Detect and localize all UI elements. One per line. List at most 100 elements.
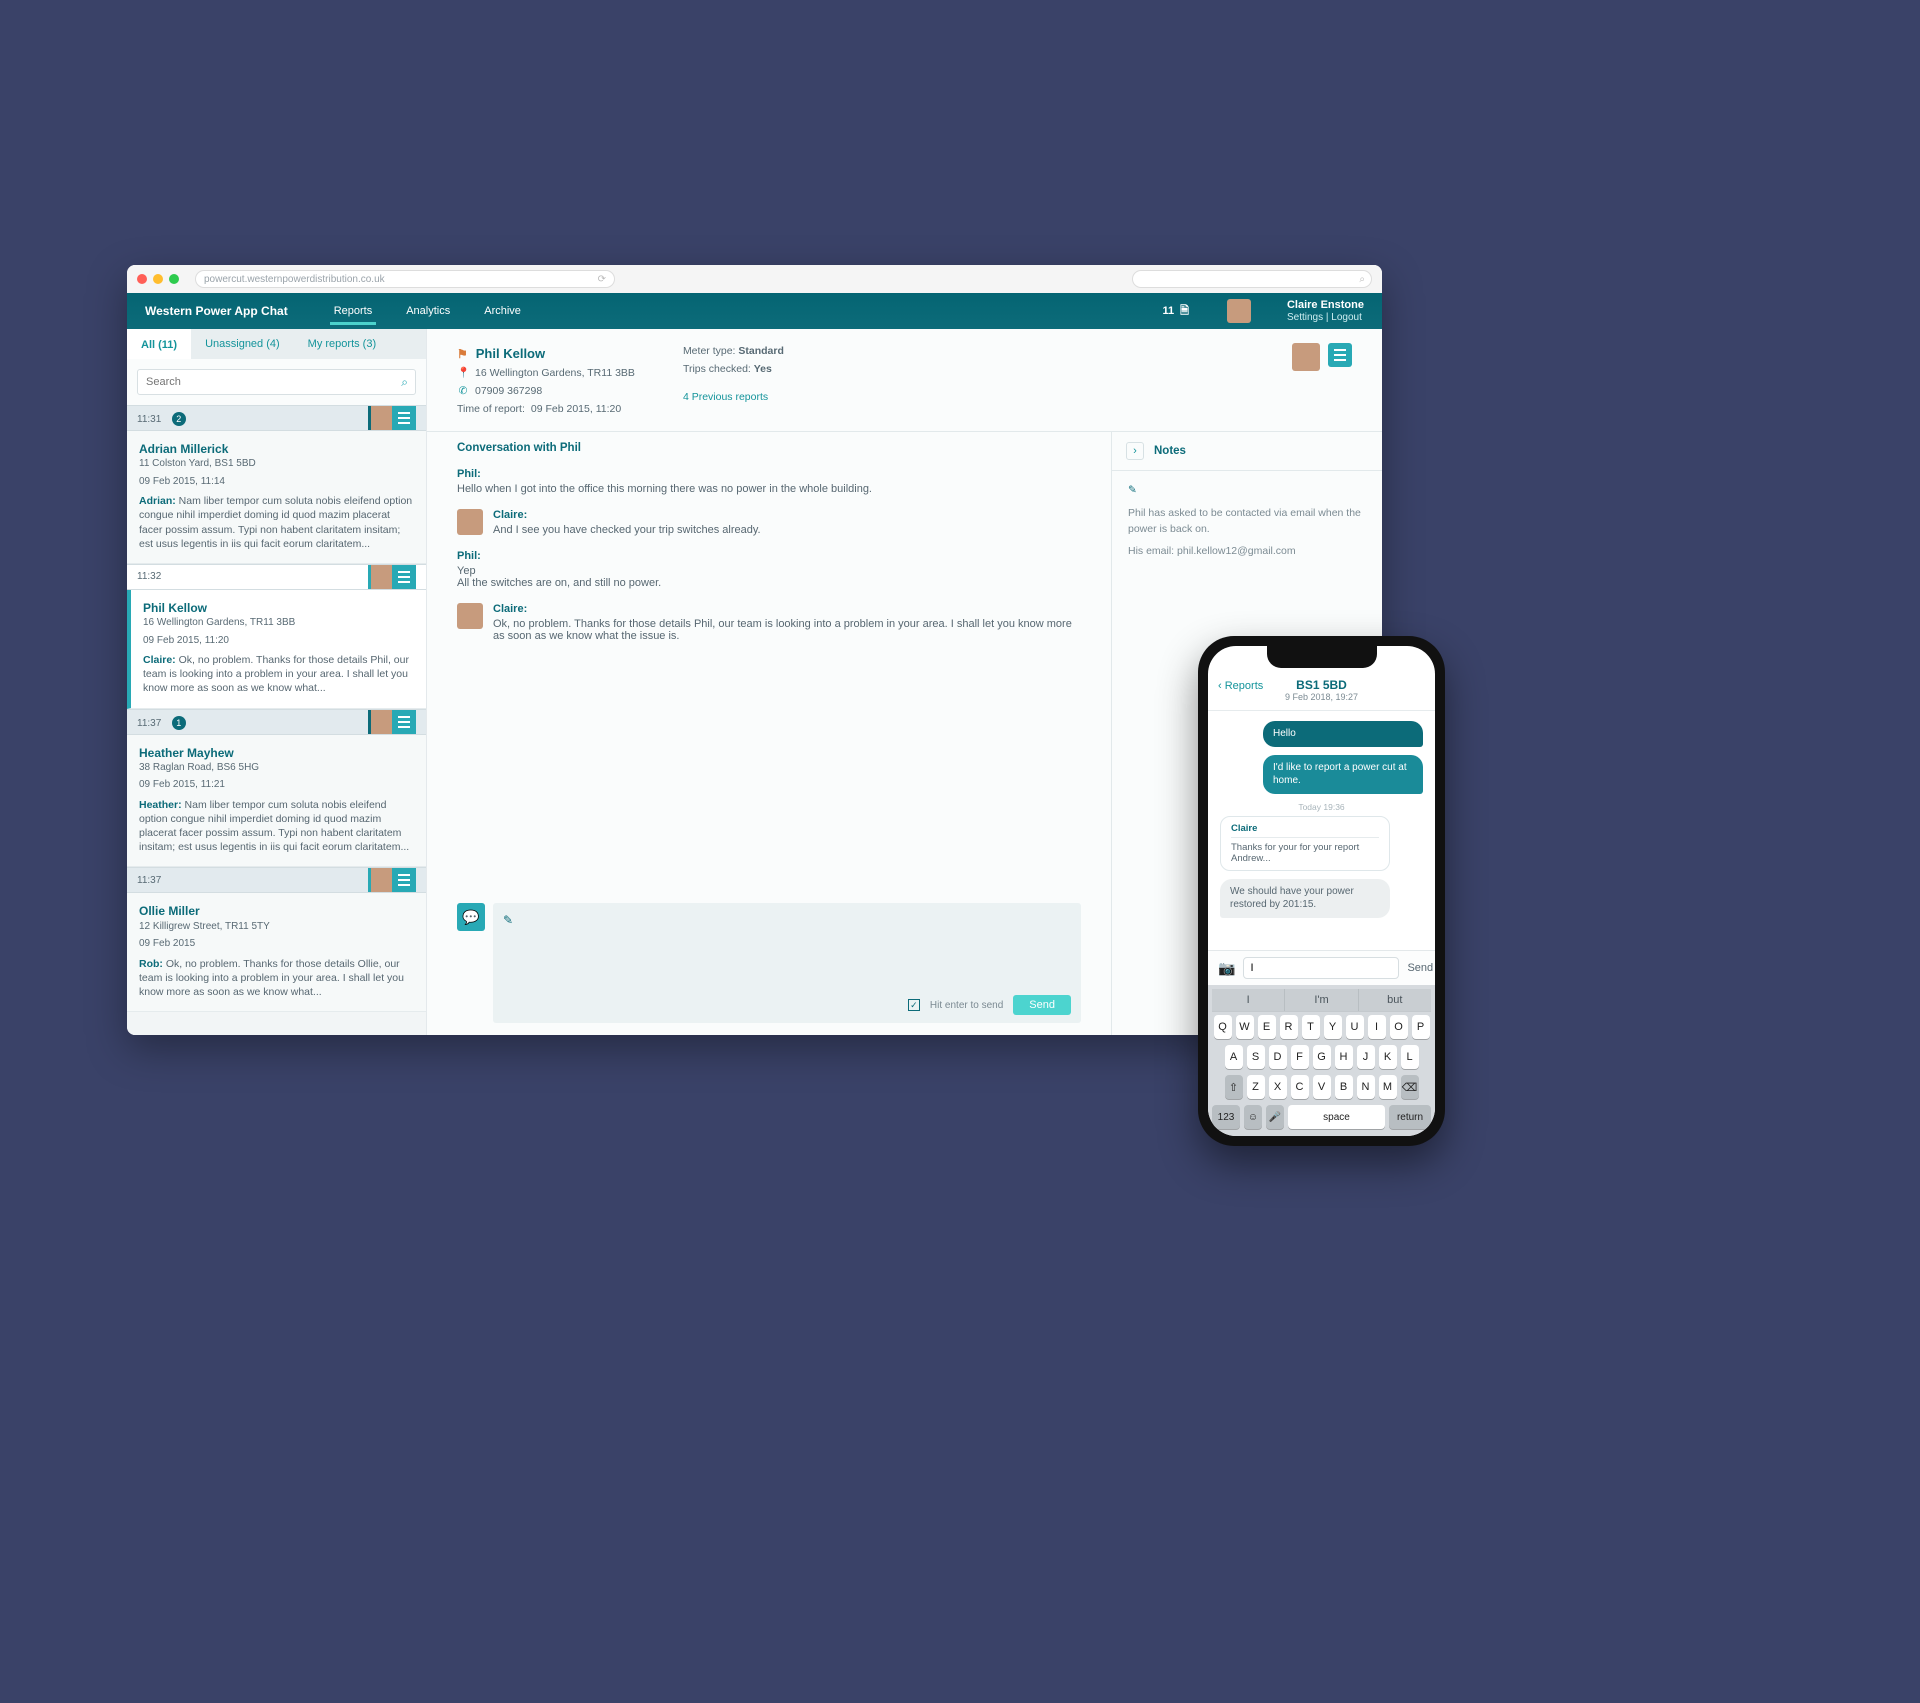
collapse-notes-icon[interactable]: › xyxy=(1126,442,1144,460)
customer-name: Ollie Miller xyxy=(139,903,414,919)
key[interactable]: Y xyxy=(1324,1015,1342,1039)
space-key[interactable]: space xyxy=(1288,1105,1385,1129)
key[interactable]: V xyxy=(1313,1075,1331,1099)
flag-icon[interactable]: ⚑ xyxy=(457,344,468,364)
assignee-avatar[interactable] xyxy=(368,406,392,430)
key[interactable]: B xyxy=(1335,1075,1353,1099)
report-card[interactable]: Ollie Miller 12 Killigrew Street, TR11 5… xyxy=(127,893,426,1012)
key[interactable]: W xyxy=(1236,1015,1254,1039)
report-list[interactable]: 11:31 2 Adrian Millerick 11 Colston Yard… xyxy=(127,405,426,1035)
user-links[interactable]: Settings | Logout xyxy=(1287,312,1364,323)
nav-analytics[interactable]: Analytics xyxy=(402,295,454,327)
report-date: 09 Feb 2015, 11:14 xyxy=(139,475,414,489)
previous-reports-link[interactable]: 4 Previous reports xyxy=(683,391,768,403)
document-icon: 🗎 xyxy=(1180,302,1189,321)
key[interactable]: X xyxy=(1269,1075,1287,1099)
camera-icon[interactable]: 📷 xyxy=(1218,960,1235,977)
key[interactable]: P xyxy=(1412,1015,1430,1039)
key[interactable]: U xyxy=(1346,1015,1364,1039)
key[interactable]: L xyxy=(1401,1045,1419,1069)
key[interactable]: G xyxy=(1313,1045,1331,1069)
phone-text-input[interactable] xyxy=(1243,957,1399,979)
note-line: Phil has asked to be contacted via email… xyxy=(1128,506,1366,538)
time-row[interactable]: 11:37 1 xyxy=(127,709,426,735)
delete-key[interactable]: ⌫ xyxy=(1401,1075,1419,1099)
key[interactable]: K xyxy=(1379,1045,1397,1069)
key[interactable]: Q xyxy=(1214,1015,1232,1039)
numeric-key[interactable]: 123 xyxy=(1212,1105,1240,1129)
back-button[interactable]: ‹ Reports xyxy=(1218,680,1263,692)
report-date: 09 Feb 2015 xyxy=(139,937,414,951)
time-row[interactable]: 11:32 xyxy=(127,564,426,590)
time: 11:31 xyxy=(137,414,161,425)
key[interactable]: A xyxy=(1225,1045,1243,1069)
tab-unassigned[interactable]: Unassigned (4) xyxy=(191,329,294,359)
customer-address: 16 Wellington Gardens, TR11 3BB xyxy=(475,365,635,383)
browser-search[interactable]: ⌕ xyxy=(1132,270,1372,288)
suggestion[interactable]: I xyxy=(1212,989,1285,1011)
window-minimize-icon[interactable] xyxy=(153,274,163,284)
main-nav: Reports Analytics Archive xyxy=(330,295,525,327)
time-row[interactable]: 11:31 2 xyxy=(127,405,426,431)
agent-avatar[interactable] xyxy=(1292,343,1320,371)
return-key[interactable]: return xyxy=(1389,1105,1431,1129)
chat-icon[interactable]: 💬 xyxy=(457,903,485,931)
mic-key[interactable]: 🎤 xyxy=(1266,1105,1284,1129)
tab-all[interactable]: All (11) xyxy=(127,329,191,359)
assignee-avatar[interactable] xyxy=(368,710,392,734)
message-text: All the switches are on, and still no po… xyxy=(457,577,1081,589)
search-icon[interactable]: ⌕ xyxy=(401,375,408,390)
menu-icon[interactable] xyxy=(392,565,416,589)
customer-address: 11 Colston Yard, BS1 5BD xyxy=(139,457,414,471)
phone-chat[interactable]: Hello I'd like to report a power cut at … xyxy=(1208,711,1435,950)
emoji-key[interactable]: ☺ xyxy=(1244,1105,1262,1129)
phone-header: ‹ Reports BS1 5BD 9 Feb 2018, 19:27 xyxy=(1208,674,1435,711)
key[interactable]: C xyxy=(1291,1075,1309,1099)
url-bar[interactable]: powercut.westernpowerdistribution.co.uk … xyxy=(195,270,615,288)
message-from: Phil: xyxy=(457,550,1081,562)
window-close-icon[interactable] xyxy=(137,274,147,284)
key[interactable]: J xyxy=(1357,1045,1375,1069)
time-row[interactable]: 11:37 xyxy=(127,867,426,893)
sender-name: Claire xyxy=(1231,823,1379,838)
assignee-avatar[interactable] xyxy=(368,868,392,892)
nav-archive[interactable]: Archive xyxy=(480,295,525,327)
messages[interactable]: Phil: Hello when I got into the office t… xyxy=(427,464,1111,903)
tab-my-reports[interactable]: My reports (3) xyxy=(294,329,390,359)
key[interactable]: D xyxy=(1269,1045,1287,1069)
report-card[interactable]: Adrian Millerick 11 Colston Yard, BS1 5B… xyxy=(127,431,426,564)
refresh-icon[interactable]: ⟳ xyxy=(598,274,606,285)
composer[interactable]: ✎ ✓ Hit enter to send Send xyxy=(493,903,1081,1023)
keyboard: I I'm but QWERTYUIOP ASDFGHJKL ⇧ ZXCVBNM… xyxy=(1208,985,1435,1136)
nav-reports[interactable]: Reports xyxy=(330,295,377,327)
window-maximize-icon[interactable] xyxy=(169,274,179,284)
key[interactable]: S xyxy=(1247,1045,1265,1069)
menu-icon[interactable] xyxy=(392,406,416,430)
user-avatar[interactable] xyxy=(1227,299,1251,323)
key[interactable]: R xyxy=(1280,1015,1298,1039)
suggestion[interactable]: I'm xyxy=(1285,989,1358,1011)
key[interactable]: I xyxy=(1368,1015,1386,1039)
report-card[interactable]: Heather Mayhew 38 Raglan Road, BS6 5HG 0… xyxy=(127,735,426,868)
send-button[interactable]: Send xyxy=(1013,995,1071,1015)
shift-key[interactable]: ⇧ xyxy=(1225,1075,1243,1099)
key[interactable]: E xyxy=(1258,1015,1276,1039)
phone-send-button[interactable]: Send xyxy=(1407,962,1433,974)
detail-menu-icon[interactable] xyxy=(1328,343,1352,367)
search-input[interactable] xyxy=(137,369,416,395)
assignee-avatar[interactable] xyxy=(368,565,392,589)
key[interactable]: M xyxy=(1379,1075,1397,1099)
report-card-active[interactable]: Phil Kellow 16 Wellington Gardens, TR11 … xyxy=(127,590,426,709)
key[interactable]: O xyxy=(1390,1015,1408,1039)
key[interactable]: T xyxy=(1302,1015,1320,1039)
key[interactable]: H xyxy=(1335,1045,1353,1069)
key[interactable]: N xyxy=(1357,1075,1375,1099)
search-icon: ⌕ xyxy=(1359,274,1365,285)
menu-icon[interactable] xyxy=(392,868,416,892)
hit-enter-checkbox[interactable]: ✓ xyxy=(908,999,920,1011)
key[interactable]: Z xyxy=(1247,1075,1265,1099)
suggestion[interactable]: but xyxy=(1359,989,1431,1011)
pencil-icon[interactable]: ✎ xyxy=(1128,483,1137,499)
key[interactable]: F xyxy=(1291,1045,1309,1069)
menu-icon[interactable] xyxy=(392,710,416,734)
